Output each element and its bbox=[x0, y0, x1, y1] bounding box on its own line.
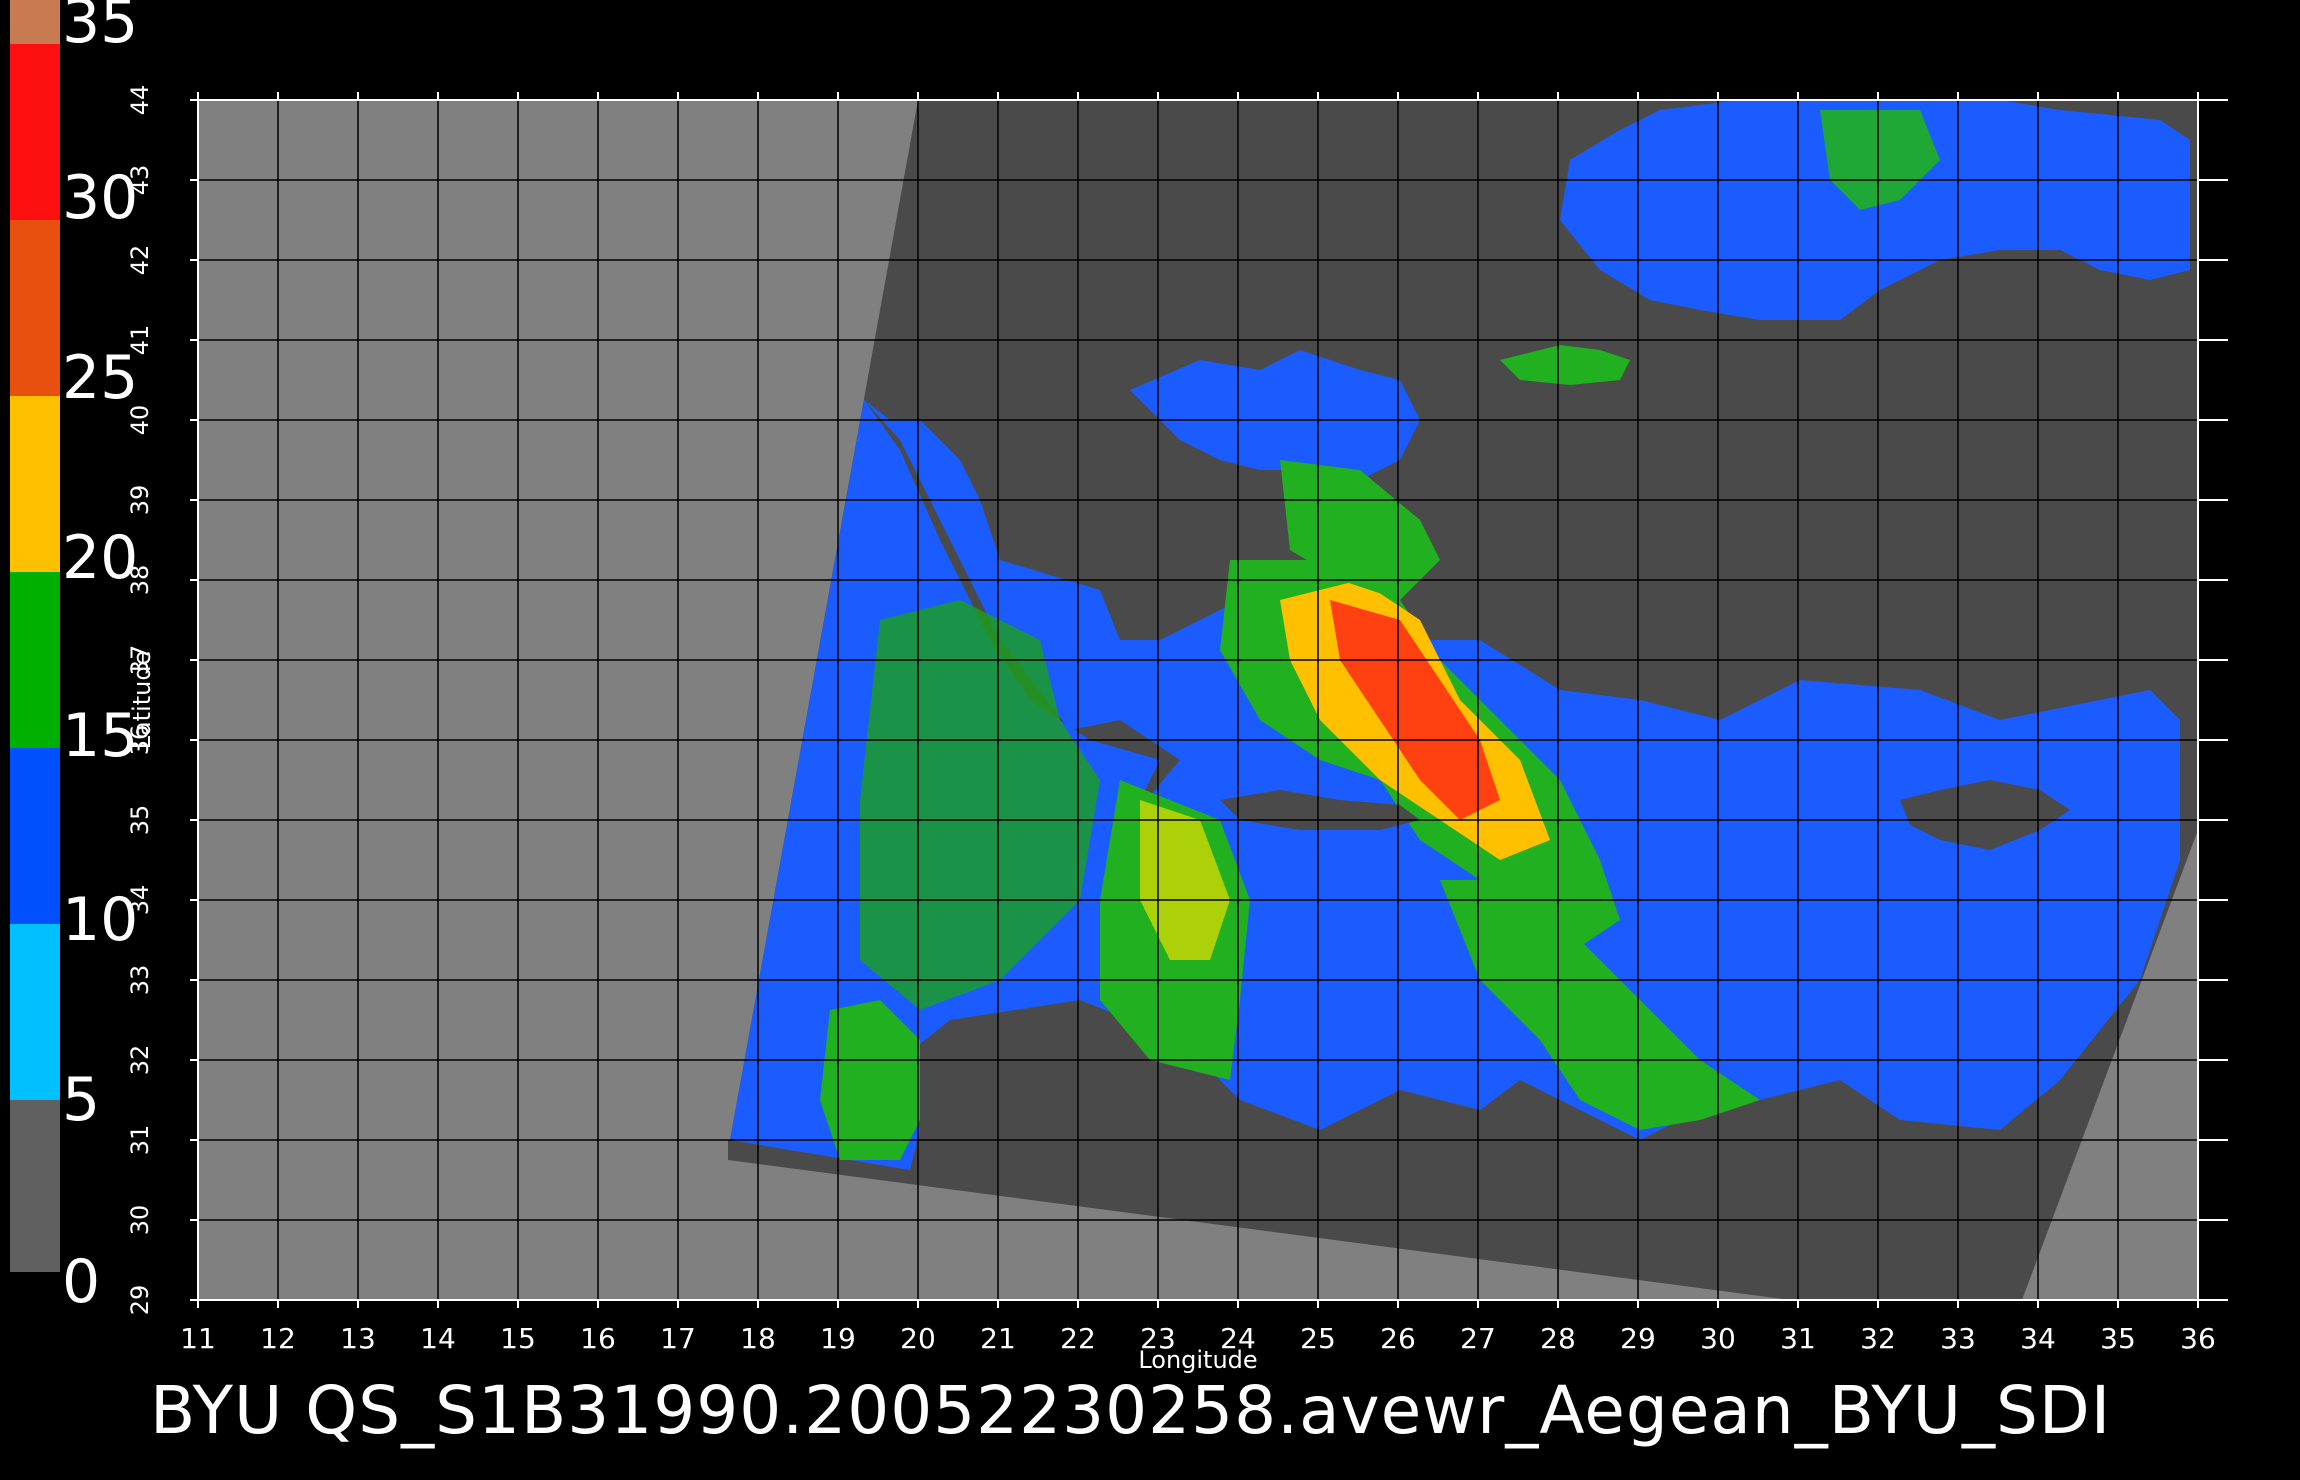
x-tick-label: 17 bbox=[660, 1322, 696, 1355]
x-tick-label: 30 bbox=[1700, 1322, 1736, 1355]
x-tick-label: 34 bbox=[2020, 1322, 2056, 1355]
x-tick-label: 15 bbox=[500, 1322, 536, 1355]
x-tick-label: 21 bbox=[980, 1322, 1016, 1355]
y-axis-label: Latitude bbox=[128, 650, 156, 750]
x-tick-label: 14 bbox=[420, 1322, 456, 1355]
x-tick-label: 35 bbox=[2100, 1322, 2136, 1355]
y-tick-label: 44 bbox=[126, 84, 154, 116]
x-tick-label: 26 bbox=[1380, 1322, 1416, 1355]
x-tick-label: 18 bbox=[740, 1322, 776, 1355]
x-tick-label: 19 bbox=[820, 1322, 856, 1355]
y-tick-label: 43 bbox=[126, 164, 154, 196]
y-tick-label: 33 bbox=[126, 964, 154, 996]
x-tick-label: 13 bbox=[340, 1322, 376, 1355]
x-tick-label: 25 bbox=[1300, 1322, 1336, 1355]
x-tick-label: 31 bbox=[1780, 1322, 1816, 1355]
x-axis-label: Longitude bbox=[1138, 1346, 1258, 1374]
y-tick-label: 38 bbox=[126, 564, 154, 596]
x-tick-label: 32 bbox=[1860, 1322, 1896, 1355]
x-tick-label: 11 bbox=[180, 1322, 216, 1355]
y-tick-label: 40 bbox=[126, 404, 154, 436]
x-tick-label: 28 bbox=[1540, 1322, 1576, 1355]
x-tick-label: 29 bbox=[1620, 1322, 1656, 1355]
image-caption: BYU QS_S1B31990.20052230258.avewr_Aegean… bbox=[150, 1372, 2112, 1449]
y-tick-label: 32 bbox=[126, 1044, 154, 1076]
x-tick-label: 33 bbox=[1940, 1322, 1976, 1355]
y-tick-label: 39 bbox=[126, 484, 154, 516]
y-tick-label: 41 bbox=[126, 324, 154, 356]
wind-map bbox=[190, 92, 2228, 1308]
y-tick-label: 42 bbox=[126, 244, 154, 276]
x-tick-label: 12 bbox=[260, 1322, 296, 1355]
x-tick-label: 27 bbox=[1460, 1322, 1496, 1355]
x-tick-label: 36 bbox=[2180, 1322, 2216, 1355]
y-tick-label: 30 bbox=[126, 1204, 154, 1236]
x-tick-label: 22 bbox=[1060, 1322, 1096, 1355]
y-tick-label: 29 bbox=[126, 1284, 154, 1316]
y-tick-label: 35 bbox=[126, 804, 154, 836]
x-tick-label: 16 bbox=[580, 1322, 616, 1355]
y-tick-label: 31 bbox=[126, 1124, 154, 1156]
y-tick-label: 34 bbox=[126, 884, 154, 916]
x-tick-label: 20 bbox=[900, 1322, 936, 1355]
